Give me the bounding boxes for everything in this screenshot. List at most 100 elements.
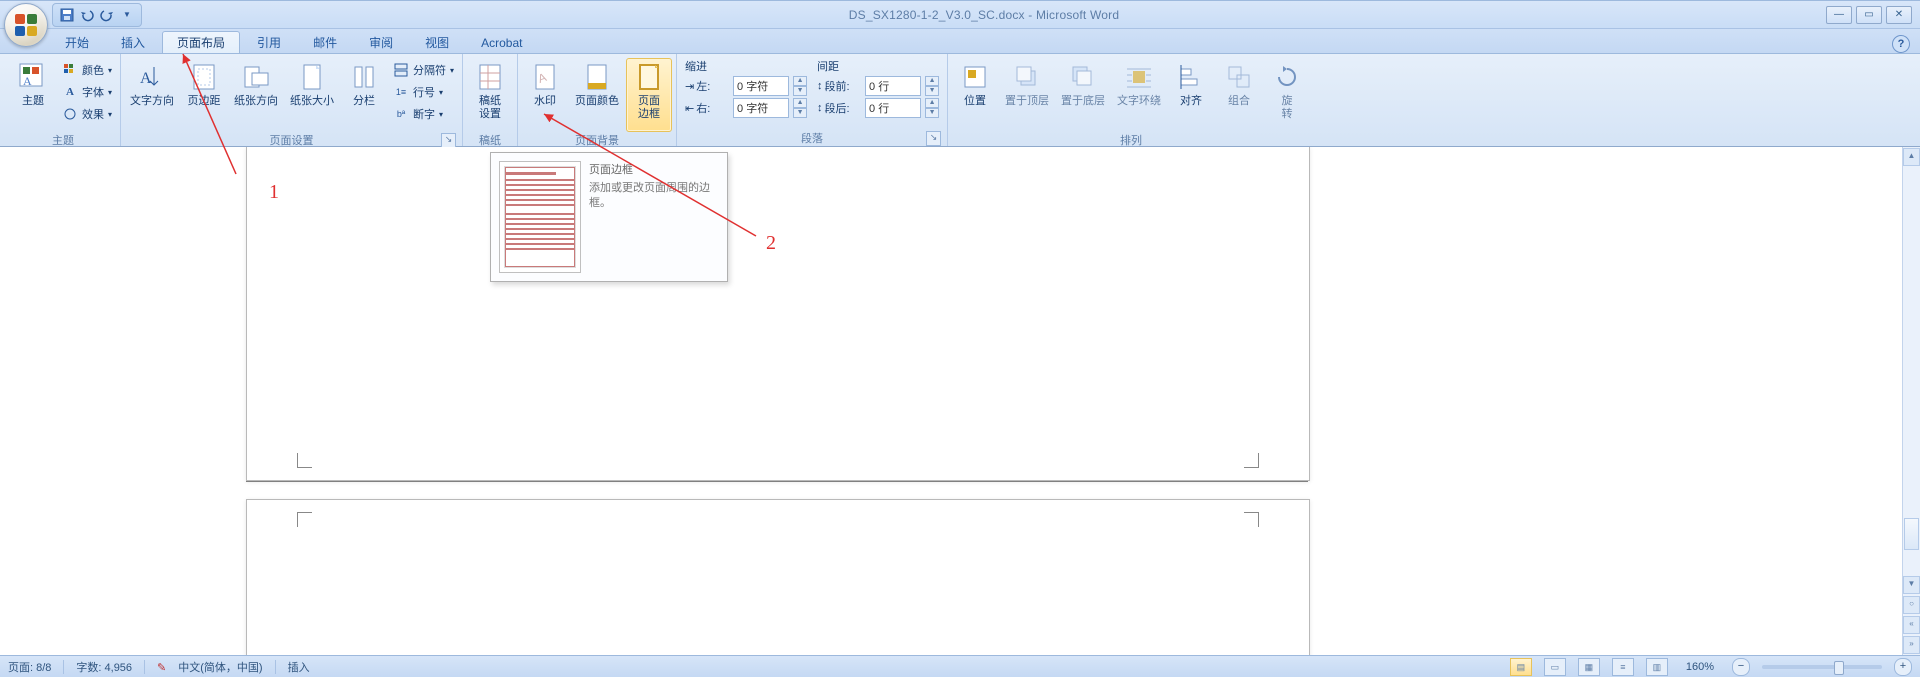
minimize-button[interactable]: — bbox=[1826, 6, 1852, 24]
hyphenation-button[interactable]: bª 断字▾ bbox=[393, 104, 454, 124]
page-setup-launcher[interactable]: ↘ bbox=[441, 133, 456, 148]
scroll-track[interactable] bbox=[1904, 167, 1919, 575]
breaks-button[interactable]: 分隔符▾ bbox=[393, 60, 454, 80]
tooltip-preview-icon bbox=[499, 161, 581, 273]
help-button[interactable]: ? bbox=[1892, 35, 1910, 53]
theme-effects-button[interactable]: 效果▾ bbox=[62, 104, 112, 124]
zoom-level[interactable]: 160% bbox=[1686, 661, 1714, 673]
view-outline[interactable]: ≡ bbox=[1612, 658, 1634, 676]
zoom-in-button[interactable]: + bbox=[1894, 658, 1912, 676]
browse-object-icon[interactable]: ○ bbox=[1903, 596, 1920, 614]
indent-right-icon: ⇤ bbox=[685, 102, 694, 115]
redo-icon[interactable] bbox=[99, 7, 115, 23]
status-language[interactable]: 中文(简体，中国) bbox=[178, 659, 262, 675]
align-button[interactable]: 对齐 bbox=[1168, 58, 1214, 132]
view-full-screen[interactable]: ▭ bbox=[1544, 658, 1566, 676]
tab-insert[interactable]: 插入 bbox=[106, 31, 160, 53]
office-button[interactable] bbox=[4, 3, 48, 47]
indent-left-input[interactable] bbox=[733, 76, 789, 96]
text-direction-button[interactable]: A 文字方向 bbox=[125, 58, 179, 132]
close-button[interactable]: ✕ bbox=[1886, 6, 1912, 24]
tab-acrobat[interactable]: Acrobat bbox=[466, 31, 537, 53]
save-icon[interactable] bbox=[59, 7, 75, 23]
document-area[interactable]: 页面边框 添加或更改页面周围的边框。 ▲ ▼ ○ « » bbox=[0, 147, 1920, 655]
prev-page-icon[interactable]: « bbox=[1903, 616, 1920, 634]
theme-colors-button[interactable]: 颜色▾ bbox=[62, 60, 112, 80]
tab-review[interactable]: 审阅 bbox=[354, 31, 408, 53]
position-button[interactable]: 位置 bbox=[952, 58, 998, 132]
group-page-background-label: 页面背景 bbox=[522, 132, 672, 148]
qat-dropdown-icon[interactable]: ▼ bbox=[119, 7, 135, 23]
theme-fonts-button[interactable]: A 字体▾ bbox=[62, 82, 112, 102]
svg-text:A: A bbox=[23, 74, 32, 88]
ribbon-tabs: 开始 插入 页面布局 引用 邮件 审阅 视图 Acrobat ? bbox=[0, 29, 1920, 54]
zoom-slider[interactable] bbox=[1762, 665, 1882, 669]
spacing-after-icon: ↕ bbox=[817, 102, 823, 114]
themes-button[interactable]: A 主题 bbox=[10, 58, 56, 132]
indent-left-spinner[interactable]: ▲▼ bbox=[793, 76, 807, 96]
next-page-icon[interactable]: » bbox=[1903, 636, 1920, 654]
title-bar: ▼ DS_SX1280-1-2_V3.0_SC.docx - Microsoft… bbox=[0, 1, 1920, 29]
group-button[interactable]: 组合 bbox=[1216, 58, 1262, 132]
orientation-icon bbox=[240, 61, 272, 93]
spacing-before-input[interactable] bbox=[865, 76, 921, 96]
columns-button[interactable]: 分栏 bbox=[341, 58, 387, 132]
spacing-before-field: ↕段前: ▲▼ bbox=[817, 76, 939, 96]
rotate-button[interactable]: 旋 转 bbox=[1264, 58, 1310, 132]
status-page[interactable]: 页面: 8/8 bbox=[8, 659, 51, 675]
group-arrange: 位置 置于顶层 置于底层 文字环绕 对齐 bbox=[948, 54, 1314, 146]
zoom-out-button[interactable]: − bbox=[1732, 658, 1750, 676]
zoom-slider-thumb[interactable] bbox=[1834, 661, 1844, 675]
watermark-icon: A bbox=[529, 61, 561, 93]
page bbox=[246, 147, 1310, 481]
spacing-after-field: ↕段后: ▲▼ bbox=[817, 98, 939, 118]
rotate-icon bbox=[1271, 61, 1303, 93]
margins-button[interactable]: 页边距 bbox=[181, 58, 227, 132]
page-color-button[interactable]: 页面颜色 bbox=[570, 58, 624, 132]
bring-to-front-button[interactable]: 置于顶层 bbox=[1000, 58, 1054, 132]
tab-home[interactable]: 开始 bbox=[50, 31, 104, 53]
paragraph-launcher[interactable]: ↘ bbox=[926, 131, 941, 146]
indent-left-icon: ⇥ bbox=[685, 80, 694, 93]
line-numbers-icon: 1≡ bbox=[393, 84, 409, 100]
status-bar: 页面: 8/8 字数: 4,956 ✎ 中文(简体，中国) 插入 ▤ ▭ ▦ ≡… bbox=[0, 655, 1920, 677]
line-numbers-button[interactable]: 1≡ 行号▾ bbox=[393, 82, 454, 102]
tab-page-layout[interactable]: 页面布局 bbox=[162, 31, 240, 53]
maximize-button[interactable]: ▭ bbox=[1856, 6, 1882, 24]
annotation-2: 2 bbox=[766, 232, 776, 255]
watermark-button[interactable]: A 水印 bbox=[522, 58, 568, 132]
indent-right-spinner[interactable]: ▲▼ bbox=[793, 98, 807, 118]
manuscript-settings-button[interactable]: 稿纸 设置 bbox=[467, 58, 513, 132]
spacing-before-spinner[interactable]: ▲▼ bbox=[925, 76, 939, 96]
spacing-after-input[interactable] bbox=[865, 98, 921, 118]
text-wrapping-button[interactable]: 文字环绕 bbox=[1112, 58, 1166, 132]
group-page-setup-label: 页面设置 ↘ bbox=[125, 132, 458, 148]
scroll-thumb[interactable] bbox=[1904, 518, 1919, 550]
tab-view[interactable]: 视图 bbox=[410, 31, 464, 53]
page-borders-button[interactable]: 页面 边框 bbox=[626, 58, 672, 132]
view-web-layout[interactable]: ▦ bbox=[1578, 658, 1600, 676]
paper-size-button[interactable]: 纸张大小 bbox=[285, 58, 339, 132]
indent-right-input[interactable] bbox=[733, 98, 789, 118]
view-draft[interactable]: ▥ bbox=[1646, 658, 1668, 676]
themes-label: 主题 bbox=[22, 95, 44, 108]
status-word-count[interactable]: 字数: 4,956 bbox=[76, 659, 132, 675]
quick-access-toolbar: ▼ bbox=[52, 3, 142, 27]
tooltip-page-borders: 页面边框 添加或更改页面周围的边框。 bbox=[490, 152, 728, 282]
tab-mailings[interactable]: 邮件 bbox=[298, 31, 352, 53]
send-to-back-button[interactable]: 置于底层 bbox=[1056, 58, 1110, 132]
indent-right-field: ⇤右: ▲▼ bbox=[685, 98, 807, 118]
spacing-after-spinner[interactable]: ▲▼ bbox=[925, 98, 939, 118]
view-print-layout[interactable]: ▤ bbox=[1510, 658, 1532, 676]
scroll-up-icon[interactable]: ▲ bbox=[1903, 148, 1920, 166]
group-manuscript: 稿纸 设置 稿纸 bbox=[463, 54, 518, 146]
undo-icon[interactable] bbox=[79, 7, 95, 23]
proofing-icon[interactable]: ✎ bbox=[157, 661, 166, 674]
window-title: DS_SX1280-1-2_V3.0_SC.docx - Microsoft W… bbox=[142, 8, 1826, 22]
status-insert-mode[interactable]: 插入 bbox=[288, 659, 310, 675]
effects-icon bbox=[62, 106, 78, 122]
scroll-down-icon[interactable]: ▼ bbox=[1903, 576, 1920, 594]
tab-references[interactable]: 引用 bbox=[242, 31, 296, 53]
vertical-scrollbar[interactable]: ▲ ▼ ○ « » bbox=[1902, 147, 1920, 655]
orientation-button[interactable]: 纸张方向 bbox=[229, 58, 283, 132]
